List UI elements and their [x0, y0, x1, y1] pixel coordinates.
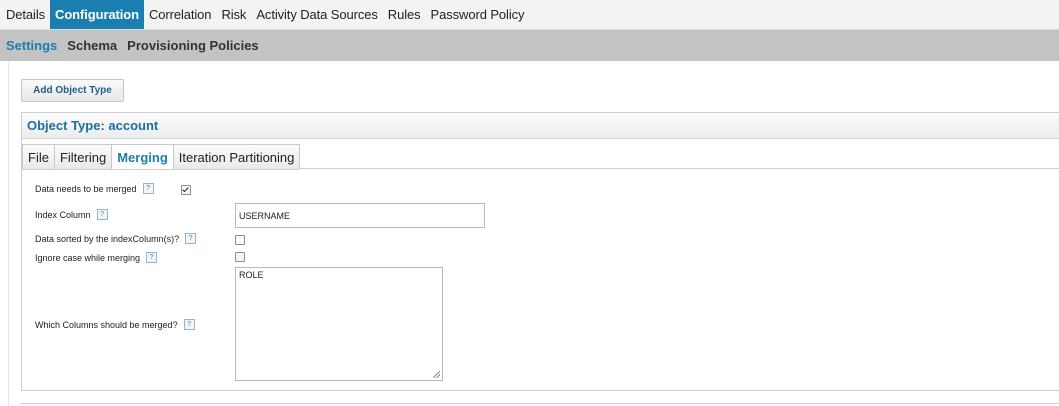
tab-merging[interactable]: Merging: [111, 144, 174, 169]
help-icon[interactable]: ?: [183, 319, 195, 330]
object-type-panel: Object Type: account File Filtering Merg…: [21, 112, 1059, 391]
merge-checkbox[interactable]: [181, 185, 191, 195]
next-panel-border: [21, 403, 1059, 404]
object-type-tabs: File Filtering Merging Iteration Partiti…: [22, 144, 301, 170]
subtab-settings[interactable]: Settings: [0, 38, 62, 53]
tab-rules[interactable]: Rules: [383, 0, 426, 29]
resize-grip-icon[interactable]: [433, 371, 440, 378]
top-nav: Details Configuration Correlation Risk A…: [0, 0, 1059, 30]
columns-label: Which Columns should be merged?: [35, 319, 178, 330]
tab-correlation[interactable]: Correlation: [144, 0, 217, 29]
sorted-label: Data sorted by the indexColumn(s)?: [35, 233, 180, 244]
help-icon[interactable]: ?: [146, 252, 158, 263]
tab-file[interactable]: File: [22, 144, 55, 169]
merge-label: Data needs to be merged: [35, 183, 137, 194]
index-column-input[interactable]: USERNAME: [235, 203, 485, 228]
tab-details[interactable]: Details: [0, 0, 50, 29]
help-icon[interactable]: ?: [185, 233, 197, 244]
tab-password-policy[interactable]: Password Policy: [426, 0, 530, 29]
help-icon[interactable]: ?: [142, 183, 154, 194]
sorted-checkbox[interactable]: [235, 235, 245, 245]
sorted-row: Data sorted by the indexColumn(s)? ?: [35, 233, 197, 244]
subtab-provisioning-policies[interactable]: Provisioning Policies: [122, 38, 263, 53]
ignore-case-label: Ignore case while merging: [35, 252, 141, 263]
columns-row: Which Columns should be merged? ?: [35, 319, 195, 330]
tab-filtering[interactable]: Filtering: [53, 144, 113, 169]
sub-nav: Settings Schema Provisioning Policies: [0, 30, 1059, 61]
add-object-type-button[interactable]: Add Object Type: [21, 79, 124, 102]
content-left-border: [8, 62, 9, 406]
tab-risk[interactable]: Risk: [216, 0, 251, 29]
columns-value: ROLE: [239, 270, 264, 280]
tab-configuration[interactable]: Configuration: [50, 0, 144, 29]
help-icon[interactable]: ?: [96, 209, 108, 220]
columns-textarea[interactable]: ROLE: [235, 267, 443, 381]
merge-row: Data needs to be merged ?: [35, 183, 154, 194]
ignore-case-row: Ignore case while merging ?: [35, 252, 158, 263]
index-label: Index Column: [35, 209, 91, 220]
ignore-case-checkbox[interactable]: [235, 252, 245, 262]
tab-iteration-partitioning[interactable]: Iteration Partitioning: [172, 144, 301, 169]
tab-activity-data-sources[interactable]: Activity Data Sources: [251, 0, 382, 29]
index-row: Index Column ?: [35, 209, 108, 220]
subtab-schema[interactable]: Schema: [62, 38, 122, 53]
panel-title: Object Type: account: [22, 113, 1059, 139]
